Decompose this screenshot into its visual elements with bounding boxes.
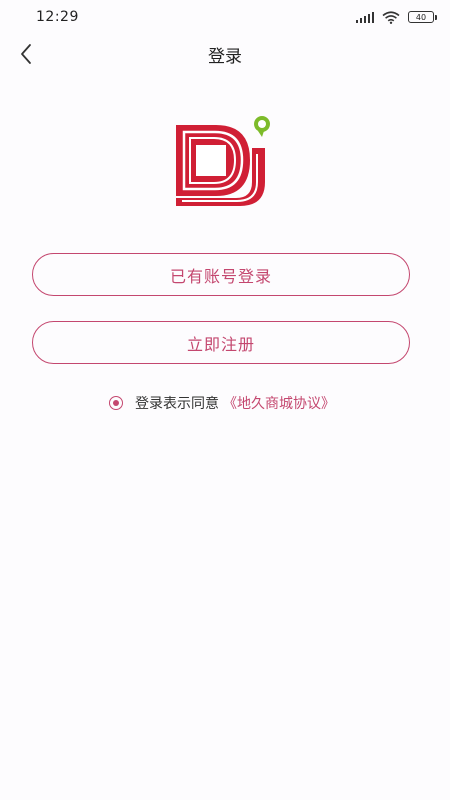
existing-account-login-button[interactable]: 已有账号登录 xyxy=(32,253,410,296)
page-title: 登录 xyxy=(208,47,242,67)
register-button[interactable]: 立即注册 xyxy=(32,321,410,364)
agreement-link[interactable]: 《地久商城协议》 xyxy=(223,393,335,413)
status-time: 12:29 xyxy=(36,9,79,25)
agreement-row: 登录表示同意 《地久商城协议》 xyxy=(0,392,450,414)
signal-icon xyxy=(355,11,374,23)
status-icons: 40 xyxy=(355,10,437,24)
agreement-radio[interactable] xyxy=(109,396,123,410)
wifi-icon xyxy=(382,10,400,24)
radio-checked-icon xyxy=(113,400,119,406)
agreement-text: 登录表示同意 xyxy=(135,396,219,412)
status-bar: 12:29 40 xyxy=(0,0,450,34)
battery-icon: 40 xyxy=(408,11,437,23)
dj-logo xyxy=(176,116,270,206)
battery-level: 40 xyxy=(415,12,427,22)
login-screen: 12:29 40 登录 已有账号登录 立即注册 登录表示同意 《地久商城协议》 xyxy=(0,0,450,800)
nav-bar: 登录 xyxy=(0,34,450,74)
